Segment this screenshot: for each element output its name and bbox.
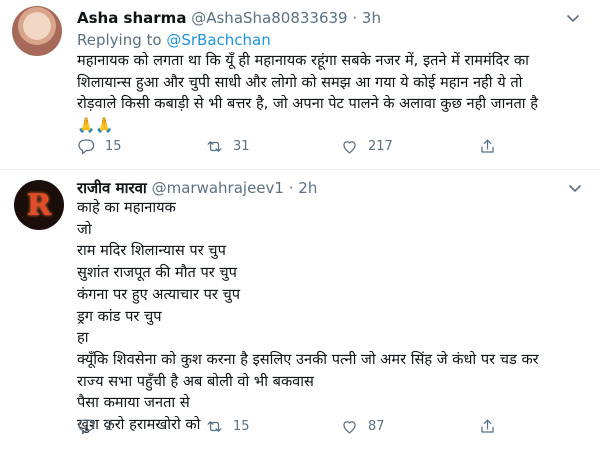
retweet-button[interactable]: 15 [205,417,250,436]
chevron-down-icon[interactable] [564,12,582,24]
like-button[interactable]: 217 [340,137,393,156]
timestamp[interactable]: · 3h [352,9,381,27]
tweet-header: Asha sharma @AshaSha80833639 · 3h [77,9,381,27]
tweet[interactable]: R राजीव मारवा @marwahrajeev1 · 2h काहे क… [0,170,600,450]
user-handle[interactable]: @marwahrajeev1 [152,179,284,197]
like-count: 87 [368,419,385,434]
heart-icon [343,141,356,154]
display-name[interactable]: Asha sharma [77,9,186,27]
avatar[interactable]: R [14,180,64,230]
tweet-header: राजीव मारवा @marwahrajeev1 · 2h [77,178,317,198]
share-icon [481,419,494,433]
share-button[interactable] [478,417,497,436]
replying-prefix: Replying to [77,31,167,49]
reply-button[interactable]: 15 [77,137,122,156]
tweet-actions: 15 31 217 [77,137,577,159]
reply-button[interactable]: 2 [77,417,113,436]
tweet[interactable]: Asha sharma @AshaSha80833639 · 3h Replyi… [0,0,600,170]
share-icon [481,139,494,153]
avatar-letter: R [26,187,52,223]
reply-count: 15 [105,139,122,154]
retweet-icon [207,421,222,432]
display-name[interactable]: राजीव मारवा [77,179,147,197]
tweet-text: काहे का महानायक जो राम मदिर शिलान्यास पर… [77,199,539,434]
reply-icon [78,139,95,155]
retweet-icon [207,141,222,152]
timestamp[interactable]: · 2h [289,179,318,197]
heart-icon [343,421,356,434]
tweet-text: महानायक को लगता था कि यूँ ही महानायक रहू… [77,52,538,134]
reply-icon [78,419,95,435]
user-handle[interactable]: @AshaSha80833639 [191,9,347,27]
share-button[interactable] [478,137,497,156]
avatar[interactable] [12,6,62,56]
mention-link[interactable]: @SrBachchan [166,31,270,49]
chevron-down-icon[interactable] [566,182,584,194]
reply-count: 2 [105,419,114,434]
like-count: 217 [368,139,393,154]
retweet-button[interactable]: 31 [205,137,250,156]
retweet-count: 31 [233,139,250,154]
replying-to: Replying to @SrBachchan [77,31,271,49]
tweet-actions: 2 15 87 [77,417,577,439]
like-button[interactable]: 87 [340,417,385,436]
retweet-count: 15 [233,419,250,434]
